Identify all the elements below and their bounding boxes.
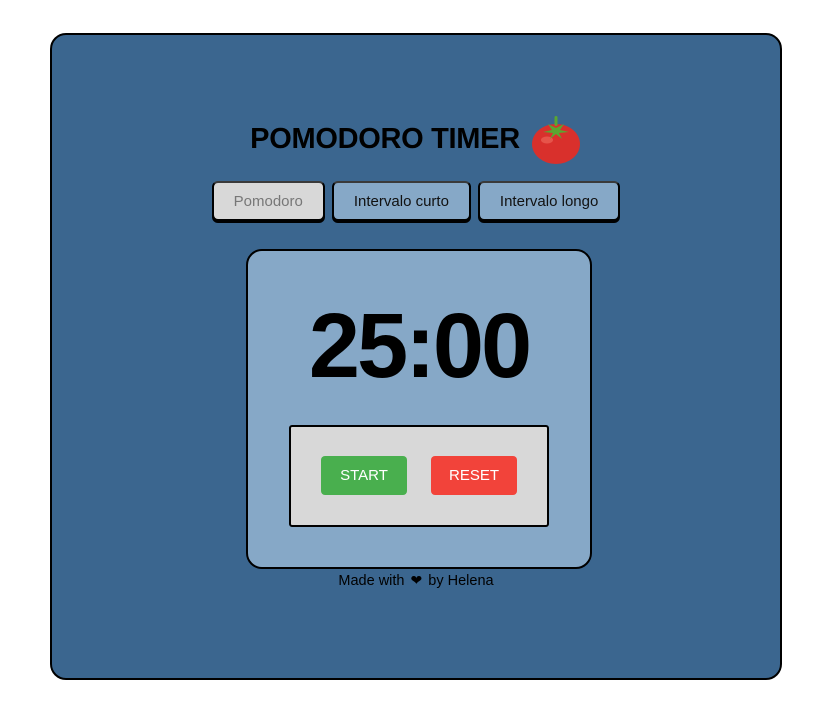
mode-tabs: Pomodoro Intervalo curto Intervalo longo <box>52 181 780 221</box>
footer: Made with ❤ by Helena <box>52 572 780 589</box>
controls-panel: START RESET <box>289 425 549 527</box>
start-button[interactable]: START <box>321 456 407 495</box>
heart-icon: ❤ <box>410 572 423 588</box>
timer-card: 25:00 START RESET <box>246 249 592 569</box>
tomato-icon <box>531 116 580 164</box>
app-window: POMODORO TIMER Pomodoro Intervalo curto … <box>50 33 782 680</box>
reset-button[interactable]: RESET <box>431 456 517 495</box>
page-title: POMODORO TIMER <box>250 122 520 155</box>
tab-pomodoro[interactable]: Pomodoro <box>211 181 325 221</box>
header: POMODORO TIMER <box>52 111 780 167</box>
footer-prefix: Made with <box>338 573 405 589</box>
time-display: 25:00 <box>308 295 532 397</box>
tab-short-break[interactable]: Intervalo curto <box>331 181 471 221</box>
footer-suffix: by Helena <box>428 573 494 589</box>
tab-long-break[interactable]: Intervalo longo <box>477 181 621 221</box>
